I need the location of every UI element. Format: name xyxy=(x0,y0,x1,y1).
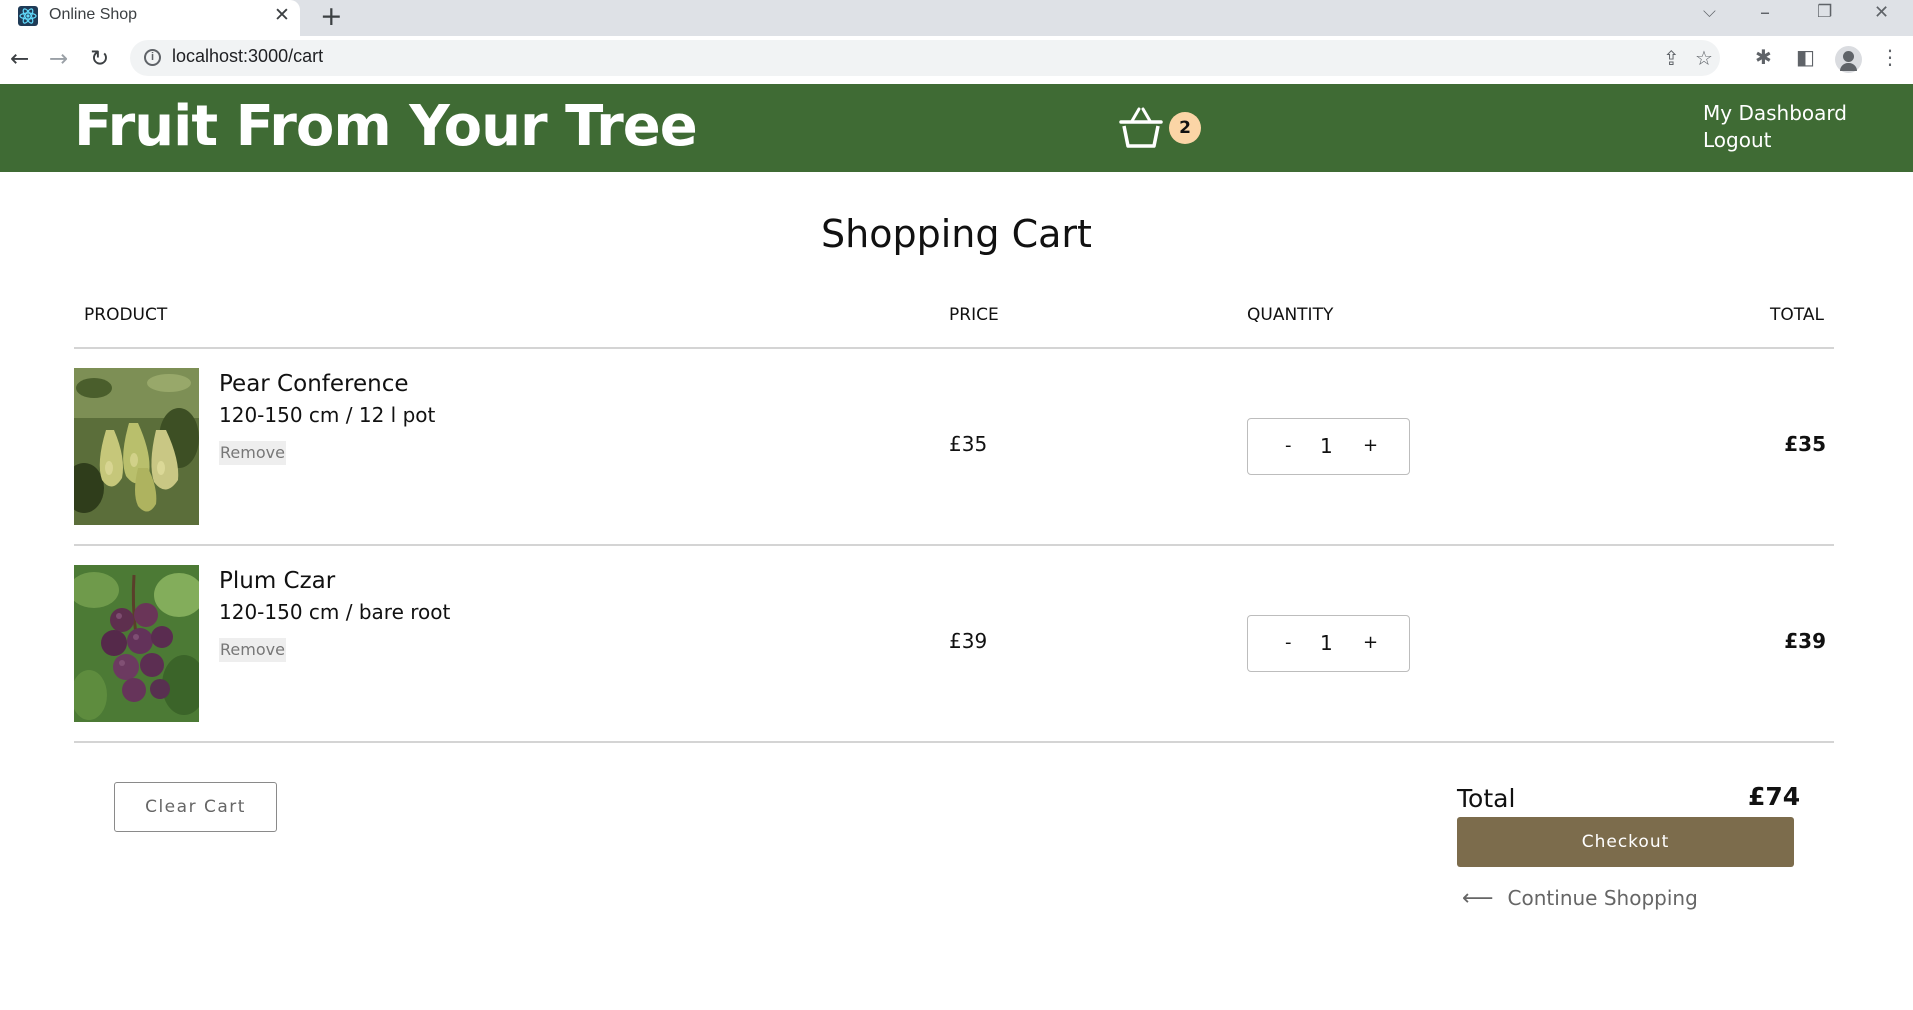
browser-tab[interactable]: Online Shop ✕ xyxy=(0,0,300,36)
site-header: Fruit From Your Tree 2 My Dashboard Logo… xyxy=(0,84,1913,172)
cart-count-badge: 2 xyxy=(1169,112,1201,144)
divider xyxy=(74,544,1834,546)
divider xyxy=(74,741,1834,743)
side-panel-icon[interactable]: ◧ xyxy=(1796,45,1815,69)
close-window-icon[interactable]: ✕ xyxy=(1874,2,1889,23)
remove-button[interactable]: Remove xyxy=(219,638,286,662)
product-name[interactable]: Pear Conference xyxy=(219,371,409,397)
column-header-total: TOTAL xyxy=(1770,305,1824,325)
increase-quantity-button[interactable]: + xyxy=(1363,632,1378,653)
plum-product-image[interactable] xyxy=(74,565,199,722)
cart-row: Plum Czar 120-150 cm / bare root Remove … xyxy=(74,565,1834,722)
browser-toolbar: ← → ↻ i localhost:3000/cart ⇪ ☆ ✱ ◧ ⋮ xyxy=(0,36,1913,84)
restore-icon[interactable]: ❐ xyxy=(1817,2,1832,22)
continue-shopping-label: Continue Shopping xyxy=(1507,886,1698,910)
column-header-product: PRODUCT xyxy=(84,305,168,325)
quantity-stepper: - 1 + xyxy=(1247,418,1410,475)
checkout-button[interactable]: Checkout xyxy=(1457,817,1794,867)
column-header-price: PRICE xyxy=(949,305,999,325)
tab-search-icon[interactable]: ⌵ xyxy=(1703,2,1716,22)
item-total: £39 xyxy=(1784,629,1826,653)
minimize-icon[interactable]: – xyxy=(1760,0,1770,24)
arrow-left-icon: ⟵ xyxy=(1462,886,1494,911)
product-variant: 120-150 cm / 12 l pot xyxy=(219,403,436,427)
extensions-icon[interactable]: ✱ xyxy=(1755,45,1772,69)
reload-icon[interactable]: ↻ xyxy=(90,46,109,72)
remove-button[interactable]: Remove xyxy=(219,441,286,465)
product-name[interactable]: Plum Czar xyxy=(219,568,335,594)
brand-logo[interactable]: Fruit From Your Tree xyxy=(74,94,698,159)
bookmark-star-icon[interactable]: ☆ xyxy=(1695,46,1713,70)
continue-shopping-link[interactable]: ⟵ Continue Shopping xyxy=(1462,886,1698,911)
back-icon[interactable]: ← xyxy=(10,46,29,72)
subtotal-label: Total xyxy=(1457,784,1516,813)
profile-avatar-icon[interactable] xyxy=(1835,46,1862,73)
forward-icon[interactable]: → xyxy=(49,46,68,72)
quantity-value: 1 xyxy=(1320,434,1333,458)
browser-tab-bar: Online Shop ✕ + ⌵ – ❐ ✕ xyxy=(0,0,1913,36)
basket-icon[interactable] xyxy=(1118,106,1164,150)
my-dashboard-link[interactable]: My Dashboard xyxy=(1703,101,1847,125)
divider xyxy=(74,347,1834,349)
item-price: £39 xyxy=(949,629,988,653)
new-tab-icon[interactable]: + xyxy=(320,1,343,32)
logout-link[interactable]: Logout xyxy=(1703,128,1771,152)
site-info-icon[interactable]: i xyxy=(144,49,161,66)
address-bar[interactable]: i localhost:3000/cart ⇪ ☆ xyxy=(130,40,1720,76)
quantity-stepper: - 1 + xyxy=(1247,615,1410,672)
url-text[interactable]: localhost:3000/cart xyxy=(172,46,323,67)
column-header-quantity: QUANTITY xyxy=(1247,305,1334,325)
item-total: £35 xyxy=(1784,432,1826,456)
react-icon xyxy=(18,6,38,26)
menu-dots-icon[interactable]: ⋮ xyxy=(1880,45,1900,69)
cart-row: Pear Conference 120-150 cm / 12 l pot Re… xyxy=(74,368,1834,525)
decrease-quantity-button[interactable]: - xyxy=(1285,632,1292,653)
increase-quantity-button[interactable]: + xyxy=(1363,435,1378,456)
tab-title: Online Shop xyxy=(49,6,138,23)
page-title: Shopping Cart xyxy=(821,212,1092,256)
pear-product-image[interactable] xyxy=(74,368,199,525)
item-price: £35 xyxy=(949,432,988,456)
quantity-value: 1 xyxy=(1320,631,1333,655)
share-icon[interactable]: ⇪ xyxy=(1663,46,1680,70)
clear-cart-button[interactable]: Clear Cart xyxy=(114,782,277,832)
product-variant: 120-150 cm / bare root xyxy=(219,600,451,624)
subtotal-value: £74 xyxy=(1748,782,1801,811)
decrease-quantity-button[interactable]: - xyxy=(1285,435,1292,456)
close-tab-icon[interactable]: ✕ xyxy=(274,4,290,26)
